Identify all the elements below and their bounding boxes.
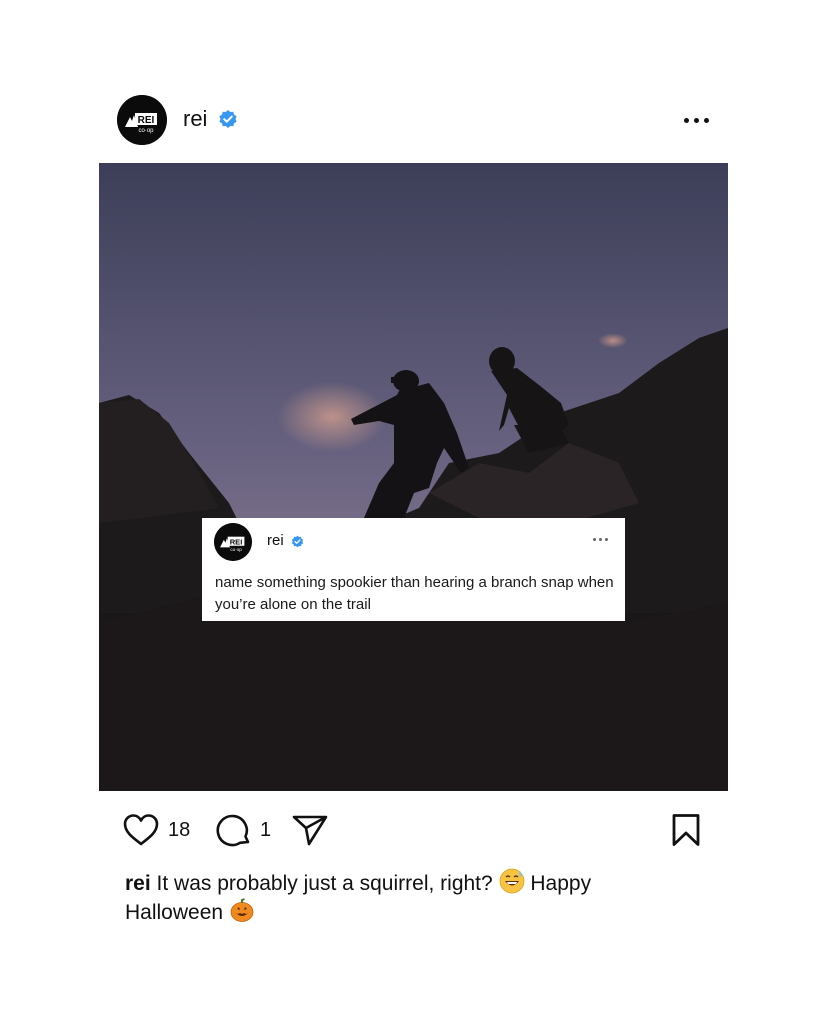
comment-icon[interactable] xyxy=(216,812,252,848)
more-horizontal-icon xyxy=(684,118,689,123)
bookmark-icon[interactable] xyxy=(671,813,701,847)
more-dot xyxy=(704,118,709,123)
more-dot xyxy=(694,118,699,123)
jack-o-lantern-emoji-icon xyxy=(230,898,254,922)
svg-text:co·op: co·op xyxy=(230,547,242,552)
tweet-text: name something spookier than hearing a b… xyxy=(215,574,614,613)
tweet-username: rei xyxy=(267,532,284,549)
caption-username[interactable]: rei xyxy=(125,872,151,895)
svg-text:co·op: co·op xyxy=(138,128,154,134)
svg-text:REI: REI xyxy=(230,537,243,546)
hikers-silhouette-photo xyxy=(99,163,728,791)
heart-icon[interactable] xyxy=(122,813,160,847)
like-count[interactable]: 18 xyxy=(168,819,190,842)
grinning-sweat-emoji-icon xyxy=(499,868,524,894)
tweet-more-icon xyxy=(593,536,609,544)
post-username[interactable]: rei xyxy=(183,106,207,132)
rei-logo-icon: REI co·op xyxy=(117,95,167,145)
more-options-button[interactable] xyxy=(682,109,712,131)
comment-count[interactable]: 1 xyxy=(260,819,271,842)
caption-text-1: It was probably just a squirrel, right? xyxy=(156,872,493,895)
post-header: REI co·op rei xyxy=(117,95,712,145)
post-image[interactable]: REI co·op rei name something spookier th… xyxy=(99,163,728,791)
tweet-avatar: REI co·op xyxy=(214,523,252,561)
send-icon[interactable] xyxy=(292,813,328,847)
post-actions: 18 1 xyxy=(122,811,704,849)
profile-avatar[interactable]: REI co·op xyxy=(117,95,167,145)
verified-badge-icon xyxy=(291,535,304,548)
post-caption: rei It was probably just a squirrel, rig… xyxy=(125,868,685,926)
tweet-card: REI co·op rei name something spookier th… xyxy=(202,518,625,621)
verified-badge-icon xyxy=(219,110,237,128)
rei-logo-icon: REI co·op xyxy=(214,523,252,561)
svg-text:REI: REI xyxy=(138,115,155,126)
